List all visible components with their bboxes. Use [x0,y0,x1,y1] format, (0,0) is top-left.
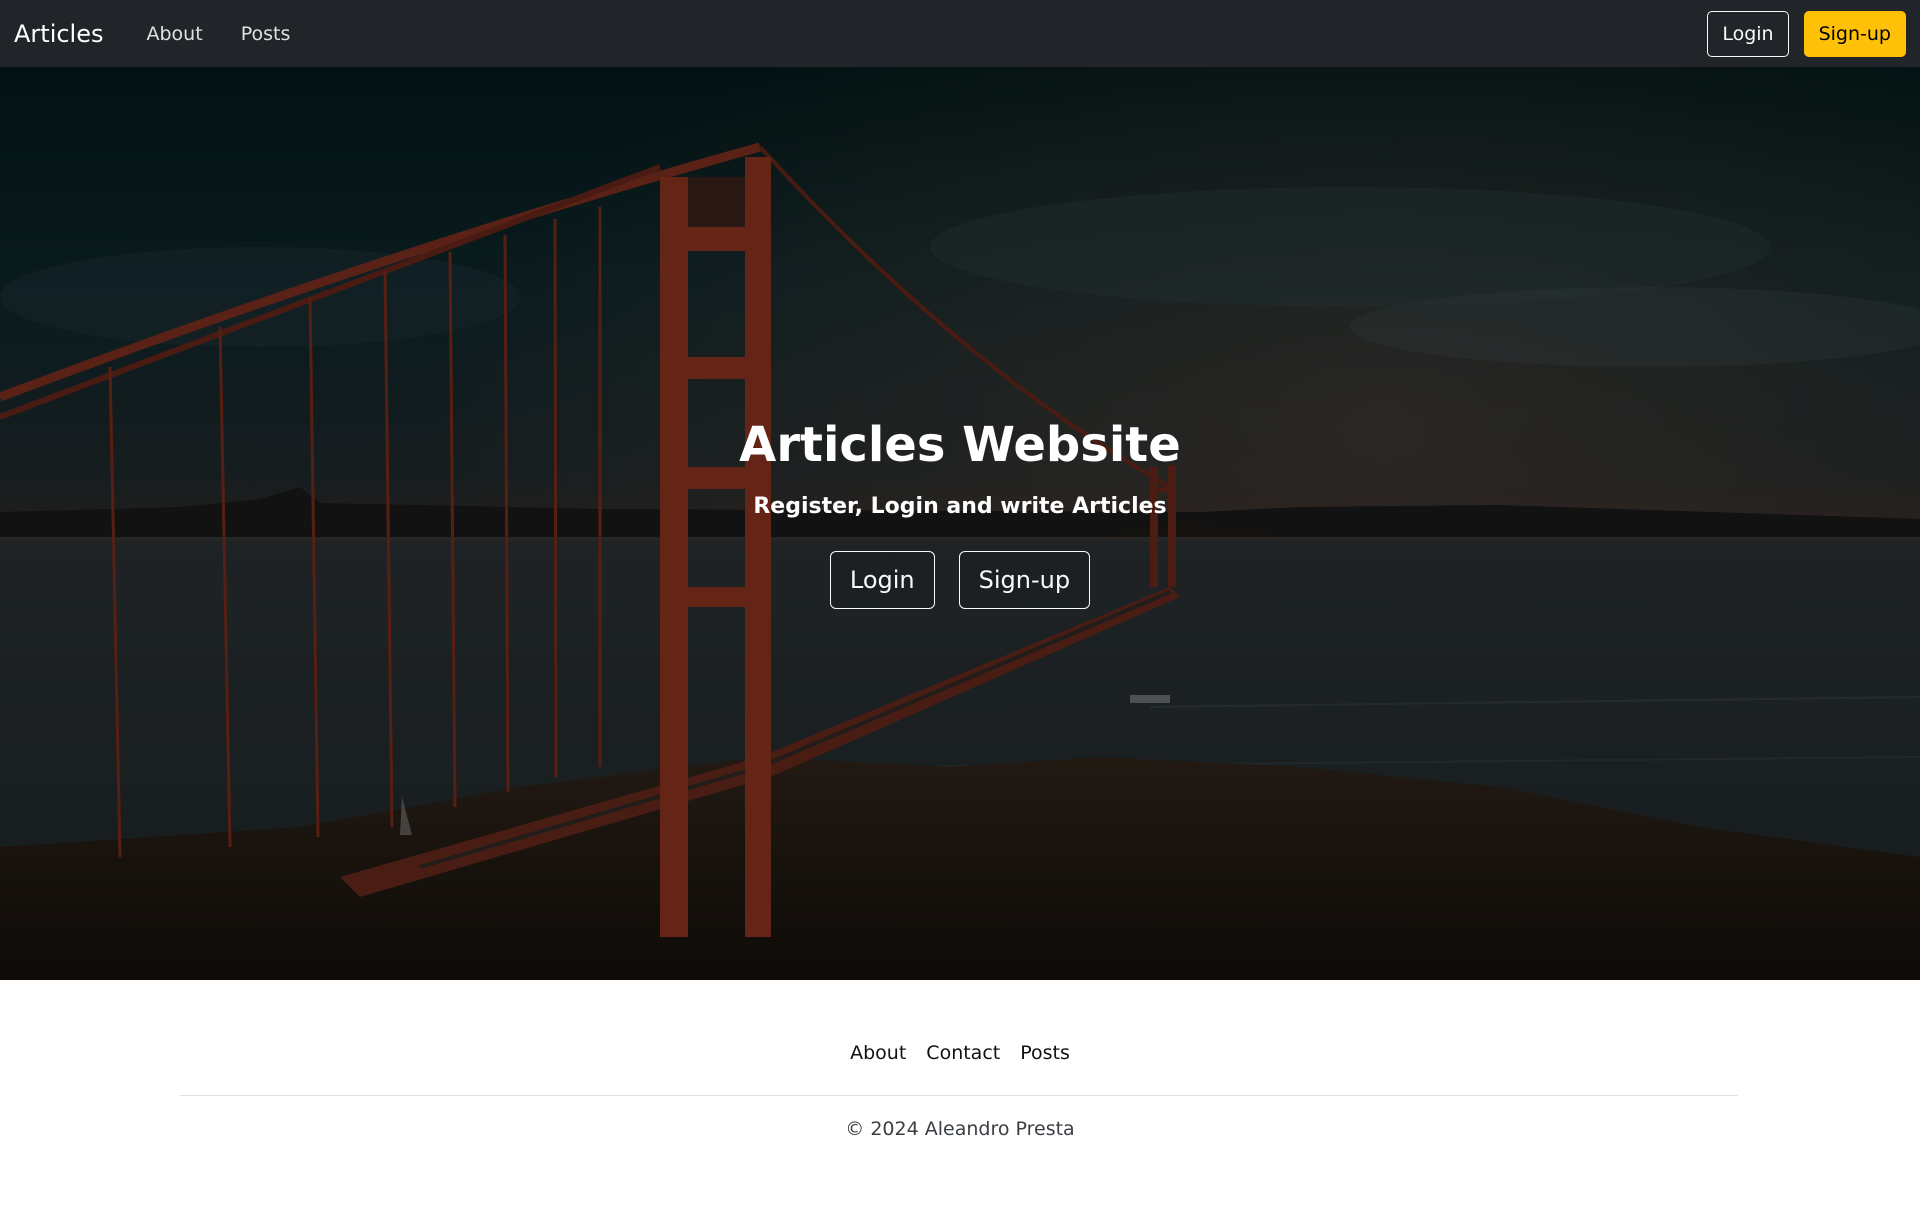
footer-link-posts[interactable]: Posts [1020,1042,1070,1064]
hero-login-button[interactable]: Login [829,550,935,609]
hero-buttons: Login Sign-up [829,550,1091,609]
nav-links: About Posts [128,23,310,45]
copyright-text: © 2024 Aleandro Presta [845,1118,1075,1140]
nav-link-about[interactable]: About [128,23,222,45]
hero-section: Articles Website Register, Login and wri… [0,67,1920,980]
hero-content: Articles Website Register, Login and wri… [0,419,1920,609]
nav-signup-button[interactable]: Sign-up [1803,10,1906,57]
nav-login-button[interactable]: Login [1707,10,1789,57]
nav-auth-buttons: Login Sign-up [1707,10,1906,57]
footer-link-about[interactable]: About [850,1042,906,1064]
hero-title: Articles Website [739,417,1181,473]
footer-divider [180,1095,1738,1096]
nav-link-posts[interactable]: Posts [222,23,310,45]
top-navbar: Articles About Posts Login Sign-up [0,0,1920,67]
footer-links: About Contact Posts [0,1042,1920,1064]
brand-link[interactable]: Articles [14,20,104,48]
hero-signup-button[interactable]: Sign-up [958,550,1091,609]
footer-link-contact[interactable]: Contact [926,1042,1000,1064]
hero-subtitle: Register, Login and write Articles [753,493,1167,519]
page-footer: About Contact Posts © 2024 Aleandro Pres… [0,980,1920,1210]
